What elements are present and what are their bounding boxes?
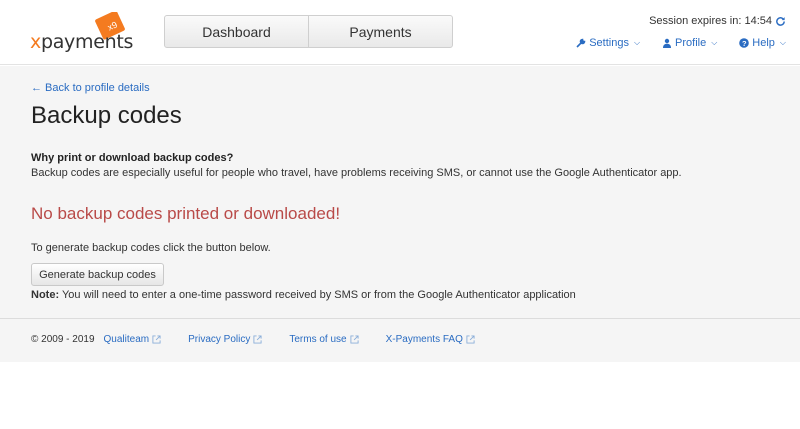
session-label: Session expires in: 14:54 [649, 15, 772, 27]
footer-link-label: X-Payments FAQ [385, 334, 463, 345]
external-link-icon [152, 335, 161, 344]
main-content: ← Back to profile details Backup codes W… [0, 66, 800, 318]
why-text: Backup codes are especially useful for p… [31, 167, 682, 179]
external-link-icon [466, 335, 475, 344]
page-title: Backup codes [31, 102, 182, 129]
external-link-icon [350, 335, 359, 344]
settings-menu[interactable]: Settings ⌵ [576, 37, 640, 49]
note-text: Note: You will need to enter a one-time … [31, 289, 576, 301]
footer-link-terms-of-use[interactable]: Terms of use [289, 334, 359, 345]
user-icon [663, 38, 672, 48]
note-label: Note: [31, 289, 60, 301]
copyright: © 2009 - 2019 [31, 334, 95, 345]
footer-link-label: Qualiteam [103, 334, 150, 345]
wrench-icon [576, 38, 586, 48]
generate-backup-codes-button[interactable]: Generate backup codes [31, 263, 164, 286]
logo-rest: payments [40, 31, 134, 53]
logo-wordmark: xpayments [30, 31, 133, 53]
question-circle-icon: ? [739, 38, 750, 48]
logo-x: x [30, 31, 41, 53]
main-nav: Dashboard Payments [164, 15, 453, 48]
chevron-down-icon: ⌵ [779, 38, 786, 47]
profile-label: Profile [675, 37, 707, 49]
help-label: Help [752, 37, 775, 49]
warning-message: No backup codes printed or downloaded! [31, 204, 341, 223]
footer-link-faq[interactable]: X-Payments FAQ [386, 334, 475, 345]
footer-link-label: Privacy Policy [188, 334, 251, 345]
profile-menu[interactable]: Profile ⌵ [662, 37, 717, 49]
settings-label: Settings [589, 37, 629, 49]
back-to-profile-link[interactable]: ← Back to profile details [31, 82, 150, 94]
generate-hint: To generate backup codes click the butto… [31, 242, 271, 254]
svg-text:?: ? [742, 39, 747, 48]
header: x9 xpayments Dashboard Payments Session … [0, 0, 800, 65]
footer: © 2009 - 2019 Qualiteam Privacy Policy T… [0, 318, 800, 362]
footer-links: © 2009 - 2019 Qualiteam Privacy Policy T… [31, 334, 502, 345]
help-menu[interactable]: ? Help ⌵ [739, 37, 786, 49]
refresh-icon[interactable] [775, 16, 786, 27]
session-timer: Session expires in: 14:54 [649, 15, 786, 27]
footer-link-qualiteam[interactable]: Qualiteam [104, 334, 162, 345]
footer-link-label: Terms of use [289, 334, 347, 345]
chevron-down-icon: ⌵ [711, 38, 718, 47]
header-menus: Settings ⌵ Profile ⌵ ? Help ⌵ [576, 37, 786, 49]
footer-link-privacy-policy[interactable]: Privacy Policy [188, 334, 262, 345]
note-body: You will need to enter a one-time passwo… [59, 289, 576, 301]
tab-dashboard[interactable]: Dashboard [165, 16, 308, 47]
chevron-down-icon: ⌵ [633, 38, 641, 47]
xpayments-logo[interactable]: x9 xpayments [30, 12, 134, 53]
why-heading: Why print or download backup codes? [31, 152, 234, 164]
tab-payments[interactable]: Payments [308, 16, 452, 47]
external-link-icon [253, 335, 262, 344]
